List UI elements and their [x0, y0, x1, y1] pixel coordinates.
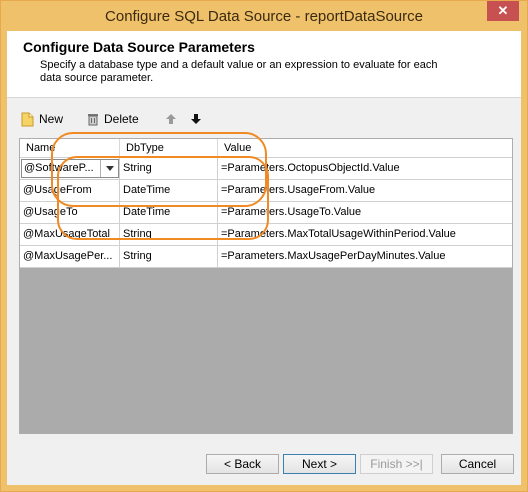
- new-button[interactable]: New: [21, 109, 63, 129]
- new-document-icon: [21, 112, 34, 126]
- table-row[interactable]: @MaxUsagePer... String =Parameters.MaxUs…: [20, 246, 512, 268]
- dialog-body: Configure Data Source Parameters Specify…: [7, 31, 521, 485]
- back-button[interactable]: < Back: [206, 454, 279, 474]
- cancel-button[interactable]: Cancel: [441, 454, 514, 474]
- page-description: Specify a database type and a default va…: [40, 59, 438, 84]
- delete-button-label: Delete: [104, 112, 139, 126]
- delete-button[interactable]: Delete: [87, 109, 139, 129]
- column-header-name[interactable]: Name: [20, 139, 120, 157]
- new-button-label: New: [39, 112, 64, 126]
- move-down-button[interactable]: [190, 109, 207, 129]
- dbtype-cell[interactable]: String: [120, 246, 218, 267]
- page-heading: Configure Data Source Parameters: [23, 39, 255, 55]
- window-title: Configure SQL Data Source - reportDataSo…: [105, 8, 423, 25]
- annotation-highlight: [57, 156, 269, 240]
- column-header-value[interactable]: Value: [218, 139, 512, 157]
- wizard-header: Configure Data Source Parameters Specify…: [7, 31, 521, 98]
- column-header-dbtype[interactable]: DbType: [120, 139, 218, 157]
- finish-button[interactable]: Finish >>|: [360, 454, 433, 474]
- title-bar[interactable]: Configure SQL Data Source - reportDataSo…: [1, 1, 527, 31]
- arrow-down-icon: [191, 114, 201, 124]
- next-button[interactable]: Next >: [283, 454, 356, 474]
- close-button[interactable]: ✕: [487, 1, 519, 21]
- value-cell[interactable]: =Parameters.MaxUsagePerDayMinutes.Value: [218, 246, 512, 267]
- name-cell[interactable]: @MaxUsagePer...: [20, 246, 120, 267]
- dialog-window: Configure SQL Data Source - reportDataSo…: [0, 0, 528, 492]
- move-up-button[interactable]: [165, 109, 182, 129]
- trash-icon: [88, 114, 98, 126]
- arrow-up-icon: [166, 114, 176, 124]
